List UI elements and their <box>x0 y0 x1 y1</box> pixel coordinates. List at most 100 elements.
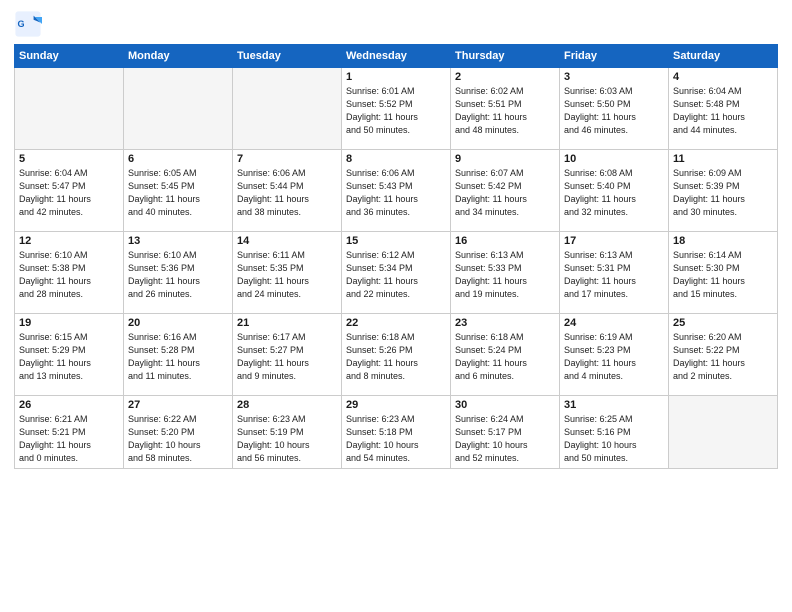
day-number: 28 <box>237 399 337 411</box>
day-info: Sunrise: 6:21 AM Sunset: 5:21 PM Dayligh… <box>19 413 119 465</box>
day-info: Sunrise: 6:25 AM Sunset: 5:16 PM Dayligh… <box>564 413 664 465</box>
day-info: Sunrise: 6:18 AM Sunset: 5:26 PM Dayligh… <box>346 331 446 383</box>
day-cell: 30Sunrise: 6:24 AM Sunset: 5:17 PM Dayli… <box>451 396 560 469</box>
page: G SundayMondayTuesdayWednesdayThursdayFr… <box>0 0 792 612</box>
day-number: 22 <box>346 317 446 329</box>
day-cell: 29 Sunrise: 6:23 AM Sunset: 5:18 PM Dayli… <box>342 396 451 469</box>
day-number: 1 <box>346 71 446 83</box>
day-cell: 21 Sunrise: 6:17 AM Sunset: 5:27 PM Dayli… <box>233 314 342 396</box>
col-header-saturday: Saturday <box>669 45 778 68</box>
day-info: Sunrise: 6:14 AM Sunset: 5:30 PM Dayligh… <box>673 249 773 301</box>
day-cell: 13 Sunrise: 6:10 AM Sunset: 5:36 PM Dayli… <box>124 232 233 314</box>
day-number: 3 <box>564 71 664 83</box>
day-cell: 9 Sunrise: 6:07 AM Sunset: 5:42 PM Daylig… <box>451 150 560 232</box>
day-info: Sunrise: 6:20 AM Sunset: 5:22 PM Dayligh… <box>673 331 773 383</box>
day-number: 11 <box>673 153 773 165</box>
day-info: Sunrise: 6:17 AM Sunset: 5:27 PM Dayligh… <box>237 331 337 383</box>
day-info: Sunrise: 6:23 AM Sunset: 5:19 PM Dayligh… <box>237 413 337 465</box>
day-info: Sunrise: 6:10 AM Sunset: 5:38 PM Dayligh… <box>19 249 119 301</box>
day-number: 15 <box>346 235 446 247</box>
day-number: 13 <box>128 235 228 247</box>
day-number: 27 <box>128 399 228 411</box>
day-cell: 15 Sunrise: 6:12 AM Sunset: 5:34 PM Dayli… <box>342 232 451 314</box>
week-row-1: 1 Sunrise: 6:01 AM Sunset: 5:52 PM Daylig… <box>15 68 778 150</box>
day-cell: 1 Sunrise: 6:01 AM Sunset: 5:52 PM Daylig… <box>342 68 451 150</box>
day-info: Sunrise: 6:11 AM Sunset: 5:35 PM Dayligh… <box>237 249 337 301</box>
day-cell <box>669 396 778 469</box>
day-cell: 26 Sunrise: 6:21 AM Sunset: 5:21 PM Dayli… <box>15 396 124 469</box>
day-info: Sunrise: 6:09 AM Sunset: 5:39 PM Dayligh… <box>673 167 773 219</box>
day-number: 17 <box>564 235 664 247</box>
day-cell: 20 Sunrise: 6:16 AM Sunset: 5:28 PM Dayli… <box>124 314 233 396</box>
day-number: 2 <box>455 71 555 83</box>
day-number: 8 <box>346 153 446 165</box>
day-cell: 19 Sunrise: 6:15 AM Sunset: 5:29 PM Dayli… <box>15 314 124 396</box>
col-header-wednesday: Wednesday <box>342 45 451 68</box>
header: G <box>14 10 778 38</box>
day-number: 9 <box>455 153 555 165</box>
day-cell: 25 Sunrise: 6:20 AM Sunset: 5:22 PM Dayli… <box>669 314 778 396</box>
day-cell: 10Sunrise: 6:08 AM Sunset: 5:40 PM Dayli… <box>560 150 669 232</box>
day-info: Sunrise: 6:16 AM Sunset: 5:28 PM Dayligh… <box>128 331 228 383</box>
header-row: SundayMondayTuesdayWednesdayThursdayFrid… <box>15 45 778 68</box>
day-info: Sunrise: 6:04 AM Sunset: 5:47 PM Dayligh… <box>19 167 119 219</box>
day-cell: 8 Sunrise: 6:06 AM Sunset: 5:43 PM Daylig… <box>342 150 451 232</box>
day-number: 14 <box>237 235 337 247</box>
logo-icon: G <box>14 10 42 38</box>
day-cell: 24 Sunrise: 6:19 AM Sunset: 5:23 PM Dayli… <box>560 314 669 396</box>
day-cell: 14 Sunrise: 6:11 AM Sunset: 5:35 PM Dayli… <box>233 232 342 314</box>
col-header-monday: Monday <box>124 45 233 68</box>
day-info: Sunrise: 6:05 AM Sunset: 5:45 PM Dayligh… <box>128 167 228 219</box>
day-number: 6 <box>128 153 228 165</box>
day-number: 19 <box>19 317 119 329</box>
day-number: 31 <box>564 399 664 411</box>
day-info: Sunrise: 6:15 AM Sunset: 5:29 PM Dayligh… <box>19 331 119 383</box>
col-header-sunday: Sunday <box>15 45 124 68</box>
day-info: Sunrise: 6:12 AM Sunset: 5:34 PM Dayligh… <box>346 249 446 301</box>
day-info: Sunrise: 6:02 AM Sunset: 5:51 PM Dayligh… <box>455 85 555 137</box>
day-info: Sunrise: 6:24 AM Sunset: 5:17 PM Dayligh… <box>455 413 555 465</box>
day-cell: 31 Sunrise: 6:25 AM Sunset: 5:16 PM Dayli… <box>560 396 669 469</box>
svg-text:G: G <box>18 19 25 29</box>
day-cell: 5Sunrise: 6:04 AM Sunset: 5:47 PM Daylig… <box>15 150 124 232</box>
day-number: 29 <box>346 399 446 411</box>
week-row-5: 26 Sunrise: 6:21 AM Sunset: 5:21 PM Dayli… <box>15 396 778 469</box>
day-info: Sunrise: 6:10 AM Sunset: 5:36 PM Dayligh… <box>128 249 228 301</box>
day-number: 18 <box>673 235 773 247</box>
day-info: Sunrise: 6:13 AM Sunset: 5:31 PM Dayligh… <box>564 249 664 301</box>
day-cell: 11 Sunrise: 6:09 AM Sunset: 5:39 PM Dayli… <box>669 150 778 232</box>
col-header-friday: Friday <box>560 45 669 68</box>
day-info: Sunrise: 6:19 AM Sunset: 5:23 PM Dayligh… <box>564 331 664 383</box>
day-info: Sunrise: 6:01 AM Sunset: 5:52 PM Dayligh… <box>346 85 446 137</box>
week-row-2: 5Sunrise: 6:04 AM Sunset: 5:47 PM Daylig… <box>15 150 778 232</box>
day-cell: 7Sunrise: 6:06 AM Sunset: 5:44 PM Daylig… <box>233 150 342 232</box>
day-cell <box>15 68 124 150</box>
day-cell: 6 Sunrise: 6:05 AM Sunset: 5:45 PM Daylig… <box>124 150 233 232</box>
week-row-4: 19 Sunrise: 6:15 AM Sunset: 5:29 PM Dayli… <box>15 314 778 396</box>
day-info: Sunrise: 6:23 AM Sunset: 5:18 PM Dayligh… <box>346 413 446 465</box>
day-number: 12 <box>19 235 119 247</box>
day-number: 16 <box>455 235 555 247</box>
col-header-tuesday: Tuesday <box>233 45 342 68</box>
day-cell: 2 Sunrise: 6:02 AM Sunset: 5:51 PM Daylig… <box>451 68 560 150</box>
day-number: 4 <box>673 71 773 83</box>
day-cell: 23Sunrise: 6:18 AM Sunset: 5:24 PM Dayli… <box>451 314 560 396</box>
day-cell <box>233 68 342 150</box>
day-number: 24 <box>564 317 664 329</box>
col-header-thursday: Thursday <box>451 45 560 68</box>
day-number: 20 <box>128 317 228 329</box>
day-info: Sunrise: 6:18 AM Sunset: 5:24 PM Dayligh… <box>455 331 555 383</box>
day-cell <box>124 68 233 150</box>
day-info: Sunrise: 6:06 AM Sunset: 5:43 PM Dayligh… <box>346 167 446 219</box>
day-cell: 27Sunrise: 6:22 AM Sunset: 5:20 PM Dayli… <box>124 396 233 469</box>
day-number: 25 <box>673 317 773 329</box>
logo: G <box>14 10 44 38</box>
day-cell: 16 Sunrise: 6:13 AM Sunset: 5:33 PM Dayli… <box>451 232 560 314</box>
day-number: 26 <box>19 399 119 411</box>
day-number: 21 <box>237 317 337 329</box>
day-cell: 28 Sunrise: 6:23 AM Sunset: 5:19 PM Dayli… <box>233 396 342 469</box>
day-info: Sunrise: 6:13 AM Sunset: 5:33 PM Dayligh… <box>455 249 555 301</box>
day-cell: 3Sunrise: 6:03 AM Sunset: 5:50 PM Daylig… <box>560 68 669 150</box>
calendar-table: SundayMondayTuesdayWednesdayThursdayFrid… <box>14 44 778 469</box>
day-info: Sunrise: 6:07 AM Sunset: 5:42 PM Dayligh… <box>455 167 555 219</box>
